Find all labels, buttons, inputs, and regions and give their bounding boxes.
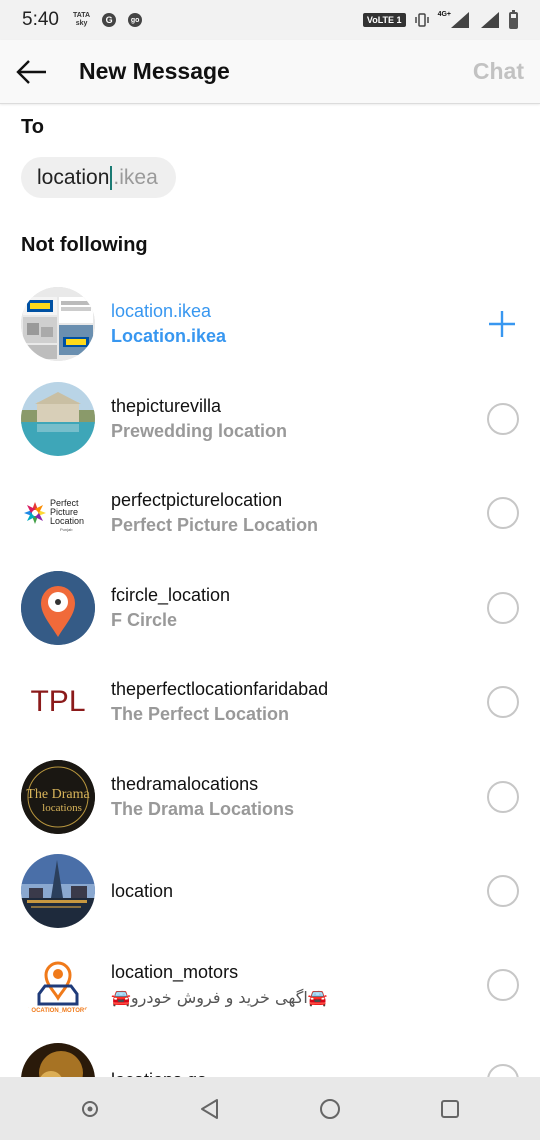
result-fullname: 🚘اگهی خرید و فروش خودرو🚘 bbox=[111, 988, 328, 1007]
network-type: 4G+ bbox=[437, 10, 451, 18]
nav-home-circle-icon bbox=[320, 1098, 340, 1119]
avatar-text: LOCATION_MOTORS bbox=[28, 1008, 88, 1014]
volte-badge: VoLTE 1 bbox=[362, 13, 406, 27]
carrier-logo: TATA sky bbox=[73, 12, 90, 28]
select-radio[interactable] bbox=[487, 969, 519, 1001]
status-time: 5:40 bbox=[22, 9, 59, 30]
result-username: theperfectlocationfaridabad bbox=[111, 679, 329, 699]
app-header: New Message Chat bbox=[0, 40, 540, 104]
avatar-location-motors: LOCATION_MOTORS bbox=[21, 948, 95, 1022]
result-text: thedramalocations The Drama Locations bbox=[111, 750, 460, 844]
result-text: perfectpicturelocation Perfect Picture L… bbox=[111, 466, 460, 560]
avatar-perfectpicture: Perfect Picture Location Punjab bbox=[21, 476, 95, 550]
select-radio[interactable] bbox=[487, 781, 519, 813]
result-row[interactable]: location bbox=[0, 844, 540, 938]
result-fullname: F Circle bbox=[111, 610, 178, 630]
city-skyline-image bbox=[21, 854, 95, 928]
result-row[interactable]: thepicturevilla Prewedding location bbox=[0, 372, 540, 466]
vibrate-icon bbox=[414, 13, 429, 27]
status-bar: 5:40 TATA sky G go VoLTE 1 4G+ bbox=[0, 0, 540, 40]
signal-icon-2 bbox=[481, 12, 499, 28]
tpl-logo: TPL bbox=[21, 665, 95, 739]
nav-back-triangle-icon bbox=[201, 1098, 218, 1119]
back-button[interactable] bbox=[0, 40, 64, 104]
plus-icon[interactable] bbox=[488, 310, 516, 338]
select-radio[interactable] bbox=[487, 403, 519, 435]
arrow-left-icon bbox=[16, 59, 46, 84]
avatar-text: The Drama bbox=[26, 787, 90, 802]
result-text: location.ikea Location.ikea bbox=[111, 277, 460, 371]
result-row[interactable]: Perfect Picture Location Punjab perfectp… bbox=[0, 466, 540, 560]
result-username: thedramalocations bbox=[111, 774, 259, 794]
select-radio[interactable] bbox=[487, 497, 519, 529]
avatar-text: TPL bbox=[30, 685, 85, 718]
result-text: location_motors 🚘اگهی خرید و فروش خودرو🚘 bbox=[111, 938, 460, 1032]
nav-recents-button[interactable] bbox=[426, 1085, 474, 1133]
text-cursor bbox=[110, 165, 113, 190]
result-username: location.ikea bbox=[111, 301, 212, 321]
result-row[interactable]: location.ikea Location.ikea bbox=[0, 277, 540, 371]
avatar-text: Punjab bbox=[60, 527, 73, 532]
villa-photo-image bbox=[21, 382, 95, 456]
result-fullname: The Drama Locations bbox=[111, 799, 295, 819]
app-notification-icon: G bbox=[102, 13, 117, 27]
avatar-text: Location bbox=[50, 516, 84, 526]
result-fullname: The Perfect Location bbox=[111, 704, 290, 724]
system-nav-bar bbox=[0, 1077, 540, 1140]
battery-icon bbox=[509, 9, 518, 29]
carrier-line-1: TATA bbox=[72, 12, 91, 19]
result-fullname: Location.ikea bbox=[111, 326, 227, 346]
result-text: location bbox=[111, 844, 460, 938]
result-row[interactable]: LOCATION_MOTORS location_motors 🚘اگهی خر… bbox=[0, 938, 540, 1032]
page-title: New Message bbox=[79, 58, 230, 84]
to-label: To bbox=[21, 116, 44, 138]
result-username: fcircle_location bbox=[111, 585, 231, 605]
result-username: thepicturevilla bbox=[111, 396, 222, 416]
result-text: thepicturevilla Prewedding location bbox=[111, 372, 460, 466]
avatar-text: locations bbox=[42, 802, 82, 814]
avatar-fcircle bbox=[21, 571, 95, 645]
go-notification-icon: go bbox=[128, 13, 143, 27]
result-row[interactable]: The Drama locations thedramalocations Th… bbox=[0, 750, 540, 844]
chat-button[interactable]: Chat bbox=[473, 58, 524, 85]
result-row[interactable]: TPL theperfectlocationfaridabad The Perf… bbox=[0, 655, 540, 749]
result-fullname: Perfect Picture Location bbox=[111, 515, 319, 535]
signal-icon-1 bbox=[451, 12, 469, 28]
result-username: location bbox=[111, 880, 174, 901]
avatar-ikea bbox=[21, 287, 95, 361]
result-username: location_motors bbox=[111, 962, 239, 982]
select-radio[interactable] bbox=[487, 592, 519, 624]
avatar-tpl: TPL bbox=[21, 665, 95, 739]
nav-home-button[interactable] bbox=[306, 1085, 354, 1133]
perfect-picture-logo: Perfect Picture Location Punjab bbox=[21, 476, 95, 550]
nav-assistant-button[interactable] bbox=[66, 1085, 114, 1133]
avatar-picturevilla bbox=[21, 382, 95, 456]
search-autocomplete-text: .ikea bbox=[113, 165, 158, 189]
nav-back-button[interactable] bbox=[186, 1085, 234, 1133]
assistant-dot-icon bbox=[82, 1100, 98, 1117]
location-motors-logo: LOCATION_MOTORS bbox=[21, 948, 95, 1022]
result-fullname: Prewedding location bbox=[111, 421, 288, 441]
recipient-search-input[interactable]: location .ikea bbox=[21, 157, 176, 198]
result-username: perfectpicturelocation bbox=[111, 490, 283, 510]
status-indicators: VoLTE 1 4G+ bbox=[362, 9, 518, 29]
avatar-drama: The Drama locations bbox=[21, 760, 95, 834]
result-text: fcircle_location F Circle bbox=[111, 561, 460, 655]
select-radio[interactable] bbox=[487, 686, 519, 718]
select-radio[interactable] bbox=[487, 875, 519, 907]
carrier-line-2: sky bbox=[75, 20, 88, 27]
ikea-collage-image bbox=[21, 287, 95, 361]
drama-locations-logo: The Drama locations bbox=[21, 760, 95, 834]
result-row[interactable]: fcircle_location F Circle bbox=[0, 561, 540, 655]
avatar-location bbox=[21, 854, 95, 928]
nav-recents-square-icon bbox=[441, 1099, 459, 1118]
search-typed-text: location bbox=[37, 165, 110, 189]
section-title-not-following: Not following bbox=[21, 234, 148, 256]
result-text: theperfectlocationfaridabad The Perfect … bbox=[111, 655, 460, 749]
location-pin-icon bbox=[21, 571, 95, 645]
